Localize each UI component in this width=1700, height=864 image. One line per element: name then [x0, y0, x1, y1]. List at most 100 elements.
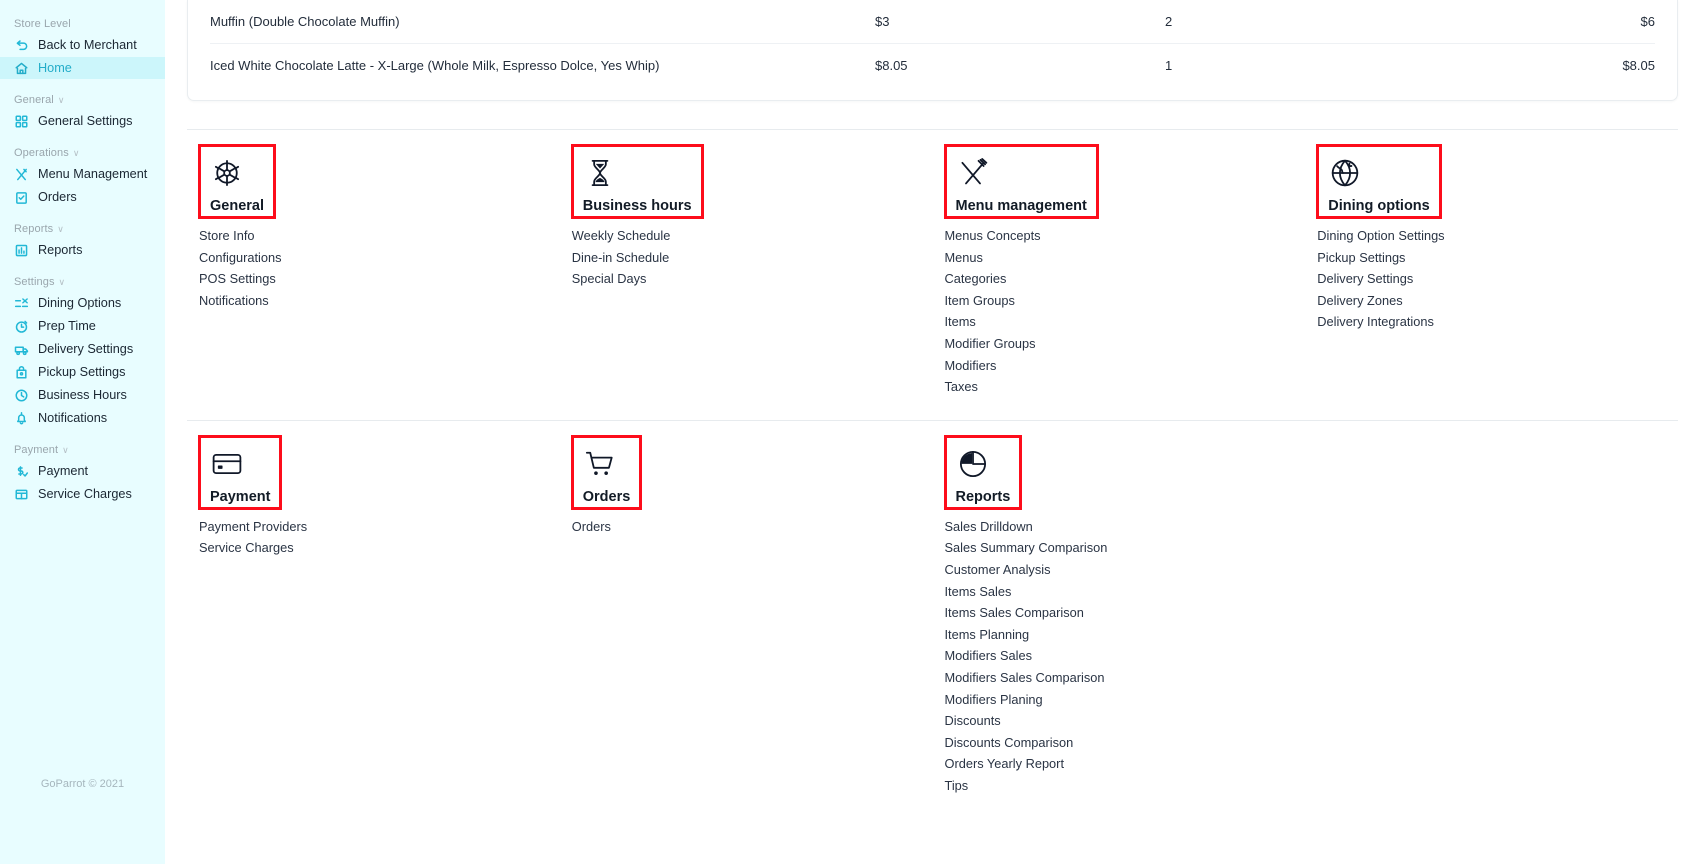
app-root: Store Level Back to Merchant Home General ∨ G… — [0, 0, 1700, 864]
section-link-modifiers-sales[interactable]: Modifiers Sales — [945, 645, 1280, 667]
sidebar-item-general-settings[interactable]: General Settings — [0, 110, 165, 132]
section-link-menus[interactable]: Menus — [945, 247, 1280, 269]
section-link-delivery-integrations[interactable]: Delivery Integrations — [1317, 311, 1652, 333]
section-links: Dining Option Settings Pickup Settings Del… — [1317, 225, 1652, 333]
table-row: Muffin (Double Chocolate Muffin) $3 2 $6 — [210, 0, 1655, 43]
sidebar-item-notifications[interactable]: Notifications — [0, 407, 165, 429]
sidebar-group-spacer — [0, 80, 165, 94]
sidebar-item-payment[interactable]: Payment — [0, 460, 165, 482]
shopping-cart-icon — [583, 444, 631, 484]
sidebar-group-label-text: General — [14, 94, 54, 106]
sidebar-group-label-general[interactable]: General ∨ — [0, 94, 165, 110]
section-link-service-charges[interactable]: Service Charges — [199, 537, 534, 559]
section-link-items-sales-comparison[interactable]: Items Sales Comparison — [945, 602, 1280, 624]
gear-icon — [210, 153, 264, 193]
section-link-store-info[interactable]: Store Info — [199, 225, 534, 247]
sidebar-item-back-to-merchant[interactable]: Back to Merchant — [0, 34, 165, 56]
sidebar-item-label: Reports — [38, 243, 83, 257]
section-link-delivery-zones[interactable]: Delivery Zones — [1317, 290, 1652, 312]
section-link-weekly-schedule[interactable]: Weekly Schedule — [572, 225, 907, 247]
credit-card-icon — [210, 444, 270, 484]
section-title: Orders — [582, 488, 631, 505]
section-link-orders[interactable]: Orders — [572, 516, 907, 538]
section-title: General — [210, 198, 264, 214]
section-link-items[interactable]: Items — [945, 311, 1280, 333]
section-link-modifier-groups[interactable]: Modifier Groups — [945, 333, 1280, 355]
section-header-orders[interactable]: Orders — [570, 434, 643, 510]
table-row: Iced White Chocolate Latte - X-Large (Wh… — [210, 43, 1655, 86]
section-link-taxes[interactable]: Taxes — [945, 376, 1280, 398]
sidebar-group-label-operations[interactable]: Operations ∨ — [0, 147, 165, 163]
order-table-body: Muffin (Double Chocolate Muffin) $3 2 $6 Ice… — [210, 0, 1655, 86]
section-column-inner: Reports Sales Drilldown Sales Summary Comp… — [933, 434, 1280, 797]
sidebar-item-service-charges[interactable]: Service Charges — [0, 483, 165, 505]
section-header-menu-management[interactable]: Menu management — [943, 144, 1099, 219]
section-column-orders: Orders Orders — [559, 419, 933, 797]
section-link-pickup-settings[interactable]: Pickup Settings — [1317, 247, 1652, 269]
section-link-item-groups[interactable]: Item Groups — [945, 290, 1280, 312]
section-link-sales-drilldown[interactable]: Sales Drilldown — [945, 516, 1280, 538]
section-link-customer-analysis[interactable]: Customer Analysis — [945, 559, 1280, 581]
order-item-total: $6 — [1640, 14, 1655, 29]
section-link-pos-settings[interactable]: POS Settings — [199, 268, 534, 290]
section-header-general[interactable]: General — [198, 144, 276, 219]
clipboard-check-icon — [14, 190, 29, 205]
sidebar-item-delivery-settings[interactable]: Delivery Settings — [0, 338, 165, 360]
section-link-sales-summary-comparison[interactable]: Sales Summary Comparison — [945, 537, 1280, 559]
sidebar-group-label-reports[interactable]: Reports ∨ — [0, 223, 165, 239]
sidebar-group-label-text: Store Level — [14, 18, 71, 30]
section-link-modifiers[interactable]: Modifiers — [945, 355, 1280, 377]
sidebar-item-label: Home — [38, 61, 72, 75]
section-column-reports: Reports Sales Drilldown Sales Summary Comp… — [932, 419, 1306, 797]
section-link-payment-providers[interactable]: Payment Providers — [199, 516, 534, 538]
sidebar-item-prep-time[interactable]: Prep Time — [0, 315, 165, 337]
section-link-items-planning[interactable]: Items Planning — [945, 624, 1280, 646]
sidebar-item-dining-options[interactable]: Dining Options — [0, 292, 165, 314]
order-items-table: Muffin (Double Chocolate Muffin) $3 2 $6 Ice… — [187, 0, 1678, 101]
sidebar-item-business-hours[interactable]: Business Hours — [0, 384, 165, 406]
section-header-payment[interactable]: Payment — [198, 434, 283, 510]
section-link-dining-option-settings[interactable]: Dining Option Settings — [1317, 225, 1652, 247]
section-link-notifications[interactable]: Notifications — [199, 290, 534, 312]
section-link-tips[interactable]: Tips — [945, 775, 1280, 797]
section-title: Payment — [210, 488, 271, 505]
section-header-business-hours[interactable]: Business hours — [570, 144, 704, 219]
section-link-menus-concepts[interactable]: Menus Concepts — [945, 225, 1280, 247]
section-links: Orders — [572, 516, 907, 538]
sidebar-item-reports[interactable]: Reports — [0, 239, 165, 261]
sidebar: Store Level Back to Merchant Home General ∨ G… — [0, 0, 165, 864]
pie-chart-icon — [956, 444, 1011, 484]
section-link-delivery-settings[interactable]: Delivery Settings — [1317, 268, 1652, 290]
section-header-dining-options[interactable]: Dining options — [1316, 144, 1442, 219]
section-link-discounts-comparison[interactable]: Discounts Comparison — [945, 732, 1280, 754]
sidebar-group-label-settings[interactable]: Settings ∨ — [0, 276, 165, 292]
order-item-name: Iced White Chocolate Latte - X-Large (Wh… — [210, 57, 660, 73]
sidebar-group-label-payment[interactable]: Payment ∨ — [0, 444, 165, 460]
order-item-price: $3 — [875, 14, 890, 29]
section-link-items-sales[interactable]: Items Sales — [945, 581, 1280, 603]
section-grid-row-1: General Store Info Configurations POS Setti… — [165, 129, 1700, 398]
section-column-business-hours: Business hours Weekly Schedule Dine-in Sch… — [559, 129, 933, 398]
sidebar-group-label-text: Reports — [14, 223, 54, 235]
section-link-modifiers-sales-comparison[interactable]: Modifiers Sales Comparison — [945, 667, 1280, 689]
sidebar-item-orders[interactable]: Orders — [0, 186, 165, 208]
section-header-reports[interactable]: Reports — [943, 434, 1023, 510]
dollar-check-icon — [14, 464, 29, 479]
section-link-dine-in-schedule[interactable]: Dine-in Schedule — [572, 247, 907, 269]
section-link-discounts[interactable]: Discounts — [945, 710, 1280, 732]
section-link-configurations[interactable]: Configurations — [199, 247, 534, 269]
section-link-special-days[interactable]: Special Days — [572, 268, 907, 290]
main-content: Muffin (Double Chocolate Muffin) $3 2 $6 Ice… — [165, 0, 1700, 864]
section-link-modifiers-planing[interactable]: Modifiers Planing — [945, 689, 1280, 711]
sidebar-item-label: Delivery Settings — [38, 342, 134, 356]
sidebar-group-label-text: Operations — [14, 147, 69, 159]
sidebar-item-home[interactable]: Home — [0, 57, 165, 79]
section-link-categories[interactable]: Categories — [945, 268, 1280, 290]
sidebar-item-menu-management[interactable]: Menu Management — [0, 163, 165, 185]
sidebar-group-label-text: Settings — [14, 276, 55, 288]
sidebar-item-pickup-settings[interactable]: Pickup Settings — [0, 361, 165, 383]
section-links: Store Info Configurations POS Settings Noti… — [199, 225, 534, 311]
section-link-orders-yearly-report[interactable]: Orders Yearly Report — [945, 753, 1280, 775]
section-title: Reports — [955, 488, 1011, 505]
section-column-inner: Business hours Weekly Schedule Dine-in Sch… — [560, 144, 907, 290]
